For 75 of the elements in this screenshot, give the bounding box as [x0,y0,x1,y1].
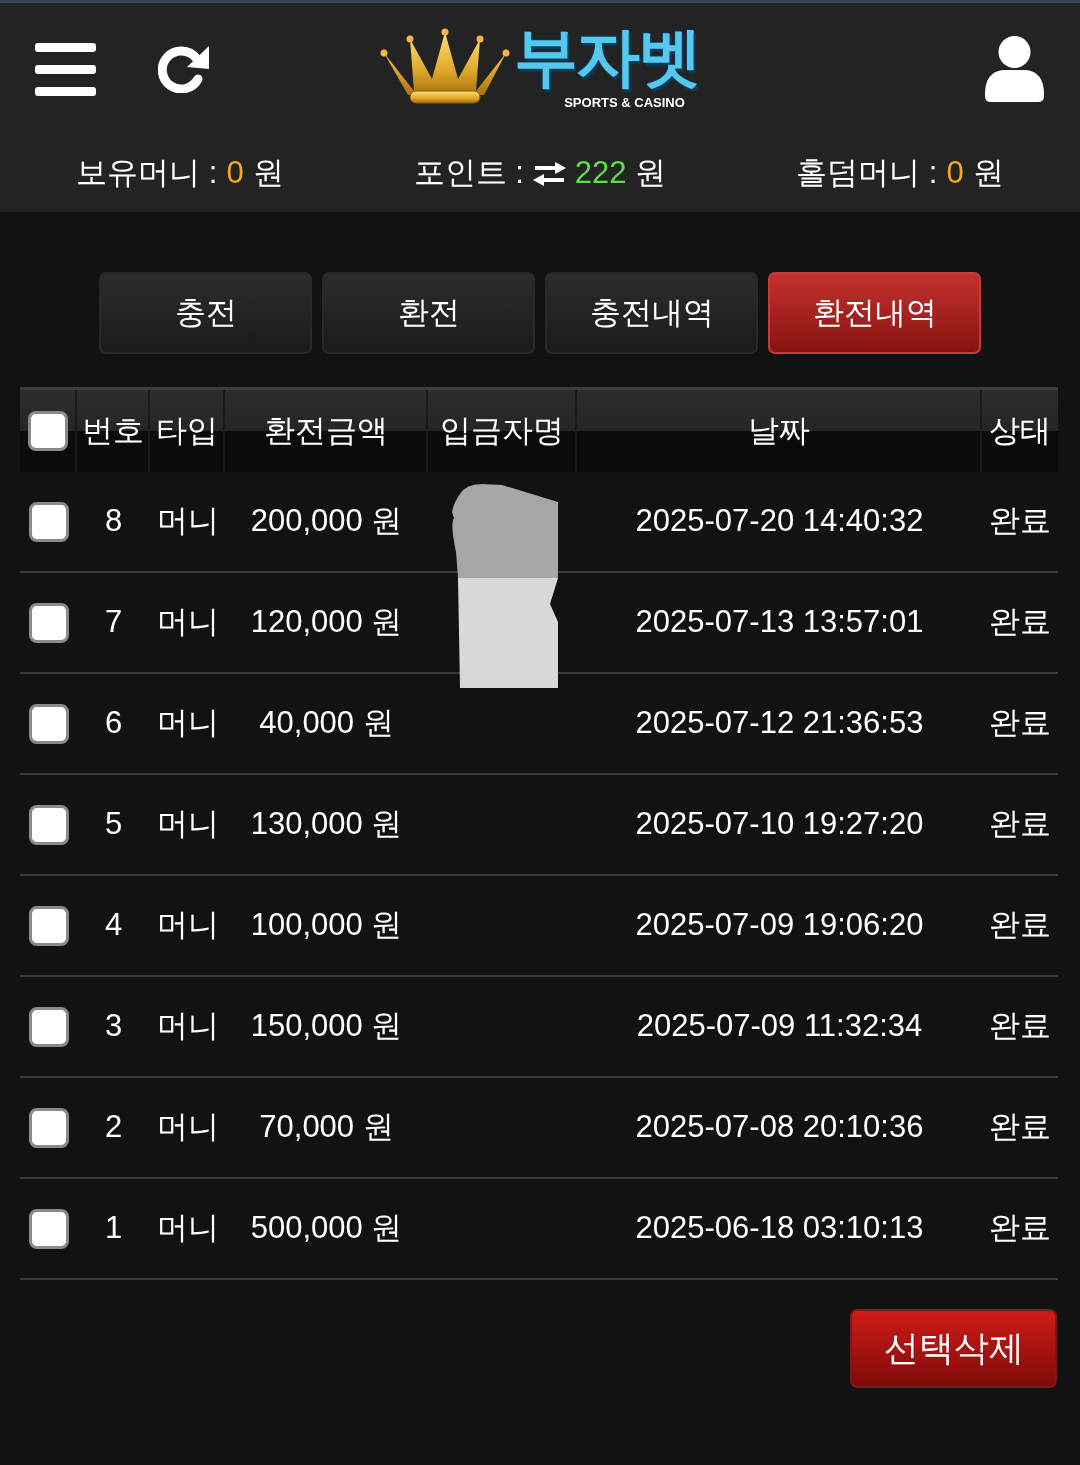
date-text: 2025-07-08 20:10:36 [635,1108,924,1147]
user-icon[interactable] [985,36,1044,102]
tab[interactable]: 충전내역 [545,272,758,354]
row-type: 머니 [156,805,219,844]
checkbox[interactable] [28,1107,69,1148]
status-text: 완료 [989,906,1051,945]
status-text: 완료 [989,704,1051,743]
status-text: 완료 [989,805,1051,844]
checkbox[interactable] [28,602,69,643]
amount-text: 100,000 원 [250,906,403,945]
date-text: 2025-07-13 13:57:01 [635,603,924,642]
row-number: 5 [104,805,123,844]
row-number: 3 [104,1007,123,1046]
row-number: 7 [104,603,123,642]
checkbox[interactable] [28,703,69,744]
checkbox[interactable] [28,905,69,946]
checkbox[interactable] [28,501,69,542]
balance-value: 0 [226,154,244,193]
column-header: 타입 [150,390,225,472]
balance-label: 포인트 : [413,154,524,193]
amount-text: 120,000 원 [250,603,403,642]
amount-text: 200,000 원 [250,502,403,541]
row-type: 머니 [156,502,219,541]
checkbox[interactable] [28,1006,69,1047]
date-text: 2025-06-18 03:10:13 [635,1209,924,1248]
currency-unit: 원 [972,154,1004,193]
row-type: 머니 [156,906,219,945]
tab[interactable]: 충전 [99,272,312,354]
status-text: 완료 [989,502,1051,541]
status-text: 완료 [989,603,1051,642]
row-number: 4 [104,906,123,945]
amount-text: 70,000 원 [259,1108,394,1147]
balance-label: 홀덤머니 : [796,154,938,193]
logo-text: 부자벳 [513,25,700,90]
menu-icon[interactable] [35,42,96,96]
status-text: 완료 [989,1108,1051,1147]
date-text: 2025-07-09 19:06:20 [635,906,924,945]
tab[interactable]: 환전 [322,272,535,354]
column-header: 상태 [988,411,1052,450]
amount-text: 130,000 원 [250,805,403,844]
checkbox[interactable] [28,1208,69,1249]
column-header: 날짜 [577,390,982,472]
row-number: 2 [104,1108,123,1147]
row-number: 6 [104,704,123,743]
row-type: 머니 [156,1209,219,1248]
row-type: 머니 [156,1108,219,1147]
exchange-icon[interactable] [532,161,566,186]
refresh-icon[interactable] [158,45,210,93]
currency-unit: 원 [635,154,667,193]
tab[interactable]: 환전내역 [768,272,981,354]
column-header: 환전금액 [225,390,428,472]
column-header: 입금자명 [428,390,577,472]
checkbox[interactable] [27,411,68,451]
date-text: 2025-07-20 14:40:32 [635,502,924,541]
date-text: 2025-07-10 19:27:20 [635,805,924,844]
delete-selected-button[interactable]: 선택삭제 [850,1309,1057,1388]
row-number: 8 [104,502,123,541]
status-text: 완료 [989,1007,1051,1046]
row-number: 1 [104,1209,123,1248]
column-header: 번호 [77,390,150,472]
logo-tagline: SPORTS & CASINO [563,94,686,113]
balance-label: 보유머니 : [76,154,218,193]
row-type: 머니 [156,603,219,642]
amount-text: 500,000 원 [250,1209,403,1248]
row-type: 머니 [156,1007,219,1046]
balance-value: 222 [574,154,627,193]
status-text: 완료 [989,1209,1051,1248]
checkbox[interactable] [28,804,69,845]
amount-text: 40,000 원 [259,704,394,743]
date-text: 2025-07-09 11:32:34 [636,1007,923,1046]
currency-unit: 원 [252,154,284,193]
amount-text: 150,000 원 [250,1007,403,1046]
date-text: 2025-07-12 21:36:53 [635,704,924,743]
balance-value: 0 [946,154,964,193]
row-type: 머니 [156,704,219,743]
